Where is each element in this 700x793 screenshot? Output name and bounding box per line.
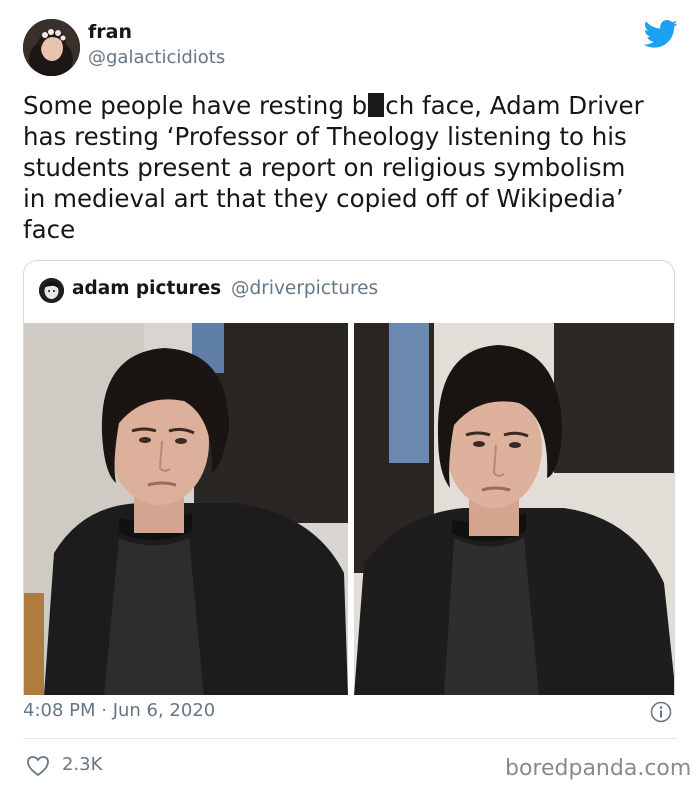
quoted-tweet-card[interactable]: adam pictures @driverpictures (23, 260, 675, 695)
quoted-author-avatar[interactable] (39, 278, 64, 303)
author-avatar[interactable] (23, 19, 80, 76)
tweet-text-line-4: in medieval art that they copied off of … (23, 184, 624, 213)
tweet-text-line-3: students present a report on religious s… (23, 153, 626, 182)
author-handle[interactable]: @galacticidiots (88, 47, 225, 68)
tweet-timestamp[interactable]: 4:08 PM · Jun 6, 2020 (23, 700, 215, 721)
watermark: boredpanda.com (505, 756, 692, 781)
like-count[interactable]: 2.3K (62, 754, 102, 775)
tweet-text: Some people have resting b ch face, Adam … (23, 90, 683, 245)
quoted-author-name[interactable]: adam pictures (72, 278, 221, 299)
info-icon[interactable] (650, 701, 672, 723)
quoted-photo-left[interactable] (24, 323, 348, 695)
censor-block (368, 93, 385, 117)
divider (23, 738, 677, 739)
heart-icon[interactable] (26, 755, 50, 777)
tweet-text-line-5: face (23, 215, 76, 244)
tweet-text-line-1: Some people have resting b ch face, Adam … (23, 91, 644, 120)
author-name[interactable]: fran (88, 21, 132, 43)
quoted-author-handle[interactable]: @driverpictures (231, 278, 378, 299)
quoted-photo-right[interactable] (354, 323, 674, 695)
twitter-bird-icon[interactable] (643, 19, 678, 49)
tweet-text-line-2: has resting ‘Professor of Theology liste… (23, 122, 627, 151)
